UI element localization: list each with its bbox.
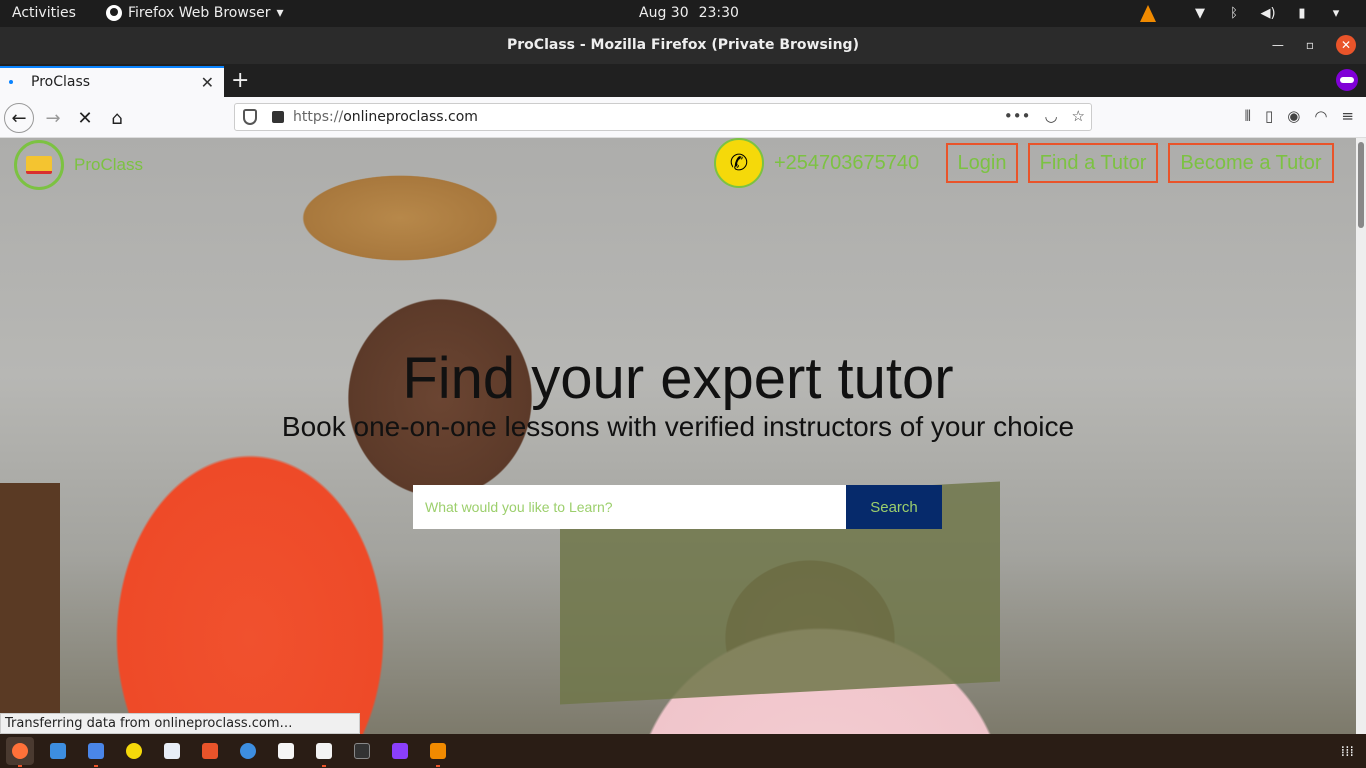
phone-icon: ✆ (714, 138, 764, 188)
phone-number: +254703675740 (774, 151, 920, 174)
home-button[interactable]: ⌂ (102, 103, 132, 133)
search-form: Search (413, 485, 942, 529)
site-logo[interactable]: ProClass (14, 140, 143, 190)
firefox-icon (106, 5, 122, 21)
maximize-button[interactable]: ▫ (1306, 38, 1314, 52)
bookmark-star-icon[interactable]: ☆ (1072, 107, 1085, 125)
pocket-icon[interactable]: ◡ (1044, 107, 1057, 125)
login-link[interactable]: Login (946, 143, 1018, 183)
dock (0, 734, 1366, 768)
tab-proclass[interactable]: ProClass ✕ (0, 66, 224, 97)
files-icon[interactable] (44, 737, 72, 765)
page-actions-icon[interactable]: ••• (1004, 107, 1031, 125)
book-logo-icon (14, 140, 64, 190)
system-top-bar: Activities Firefox Web Browser ▾ Aug 30 … (0, 0, 1366, 27)
time: 23:30 (698, 5, 739, 21)
hero-title: Find your expert tutor (402, 346, 954, 411)
close-button[interactable]: ✕ (1336, 35, 1356, 55)
tab-strip: ProClass ✕ + (0, 64, 1366, 97)
page-content: ProClass ✆ +254703675740 Login Find a Tu… (0, 138, 1356, 734)
window-title: ProClass - Mozilla Firefox (Private Brow… (507, 37, 859, 53)
amazon-icon[interactable] (272, 737, 300, 765)
app-menu-label: Firefox Web Browser (128, 5, 271, 21)
library-icon[interactable]: ⫴ (1245, 107, 1251, 125)
navigation-toolbar: ← → ✕ ⌂ https://onlineproclass.com ••• ◡… (0, 97, 1366, 138)
url-text[interactable]: https://onlineproclass.com (293, 109, 478, 125)
vlc-tray-icon[interactable] (1140, 4, 1156, 22)
battery-icon[interactable]: ▮ (1292, 3, 1312, 23)
volume-icon[interactable]: ◀) (1258, 3, 1278, 23)
url-bar[interactable]: https://onlineproclass.com ••• ◡ ☆ (234, 103, 1092, 131)
tracking-protection-icon[interactable] (243, 109, 257, 125)
chevron-down-icon: ▾ (276, 5, 284, 21)
search-input[interactable] (413, 485, 846, 529)
date: Aug 30 (639, 5, 689, 21)
wifi-icon[interactable]: ▼ (1190, 3, 1210, 23)
sidebar-icon[interactable]: ▯ (1265, 107, 1273, 125)
become-tutor-link[interactable]: Become a Tutor (1168, 143, 1334, 183)
private-browsing-icon (1336, 69, 1358, 91)
hero-background (0, 483, 60, 734)
app-menu[interactable]: Firefox Web Browser ▾ (106, 5, 284, 21)
stop-button[interactable]: ✕ (70, 103, 100, 133)
forward-button[interactable]: → (38, 103, 68, 133)
minimize-button[interactable]: — (1272, 38, 1284, 52)
hamburger-menu-icon[interactable]: ≡ (1341, 107, 1354, 125)
back-button[interactable]: ← (4, 103, 34, 133)
rhythmbox-icon[interactable] (120, 737, 148, 765)
page-scrollbar[interactable] (1356, 138, 1366, 734)
firefox-icon[interactable] (6, 737, 34, 767)
tab-label: ProClass (31, 74, 91, 90)
new-tab-button[interactable]: + (231, 68, 249, 93)
help-icon[interactable] (234, 737, 262, 765)
extension-icon[interactable]: ◠ (1314, 107, 1327, 125)
phpstorm-icon[interactable] (386, 737, 414, 765)
loading-indicator-icon (9, 80, 13, 84)
search-button[interactable]: Search (846, 485, 942, 529)
account-icon[interactable]: ◉ (1287, 107, 1300, 125)
window-title-bar: ProClass - Mozilla Firefox (Private Brow… (0, 27, 1366, 64)
bluetooth-icon[interactable]: ᛒ (1224, 3, 1244, 23)
close-tab-icon[interactable]: ✕ (201, 73, 214, 92)
logo-name: ProClass (74, 155, 143, 174)
chevron-down-icon[interactable]: ▾ (1326, 3, 1346, 23)
notes-icon[interactable] (310, 737, 338, 767)
hero-subtitle: Book one-on-one lessons with verified in… (281, 411, 1075, 442)
system-tray[interactable]: ▼ ᛒ ◀) ▮ ▾ (1140, 3, 1346, 23)
activities-button[interactable]: Activities (12, 5, 76, 21)
terminal-icon[interactable] (348, 737, 376, 765)
vlc-icon[interactable] (424, 737, 452, 767)
clock[interactable]: Aug 30 23:30 (639, 5, 739, 21)
text-editor-icon[interactable] (158, 737, 186, 765)
status-bar: Transferring data from onlineproclass.co… (0, 713, 360, 734)
document-icon[interactable] (82, 737, 110, 767)
lock-icon[interactable] (272, 111, 284, 123)
find-tutor-link[interactable]: Find a Tutor (1028, 143, 1158, 183)
show-applications-icon[interactable]: ⁞⁞⁞ (1341, 744, 1354, 760)
software-icon[interactable] (196, 737, 224, 765)
phone-contact[interactable]: ✆ +254703675740 (714, 138, 919, 188)
